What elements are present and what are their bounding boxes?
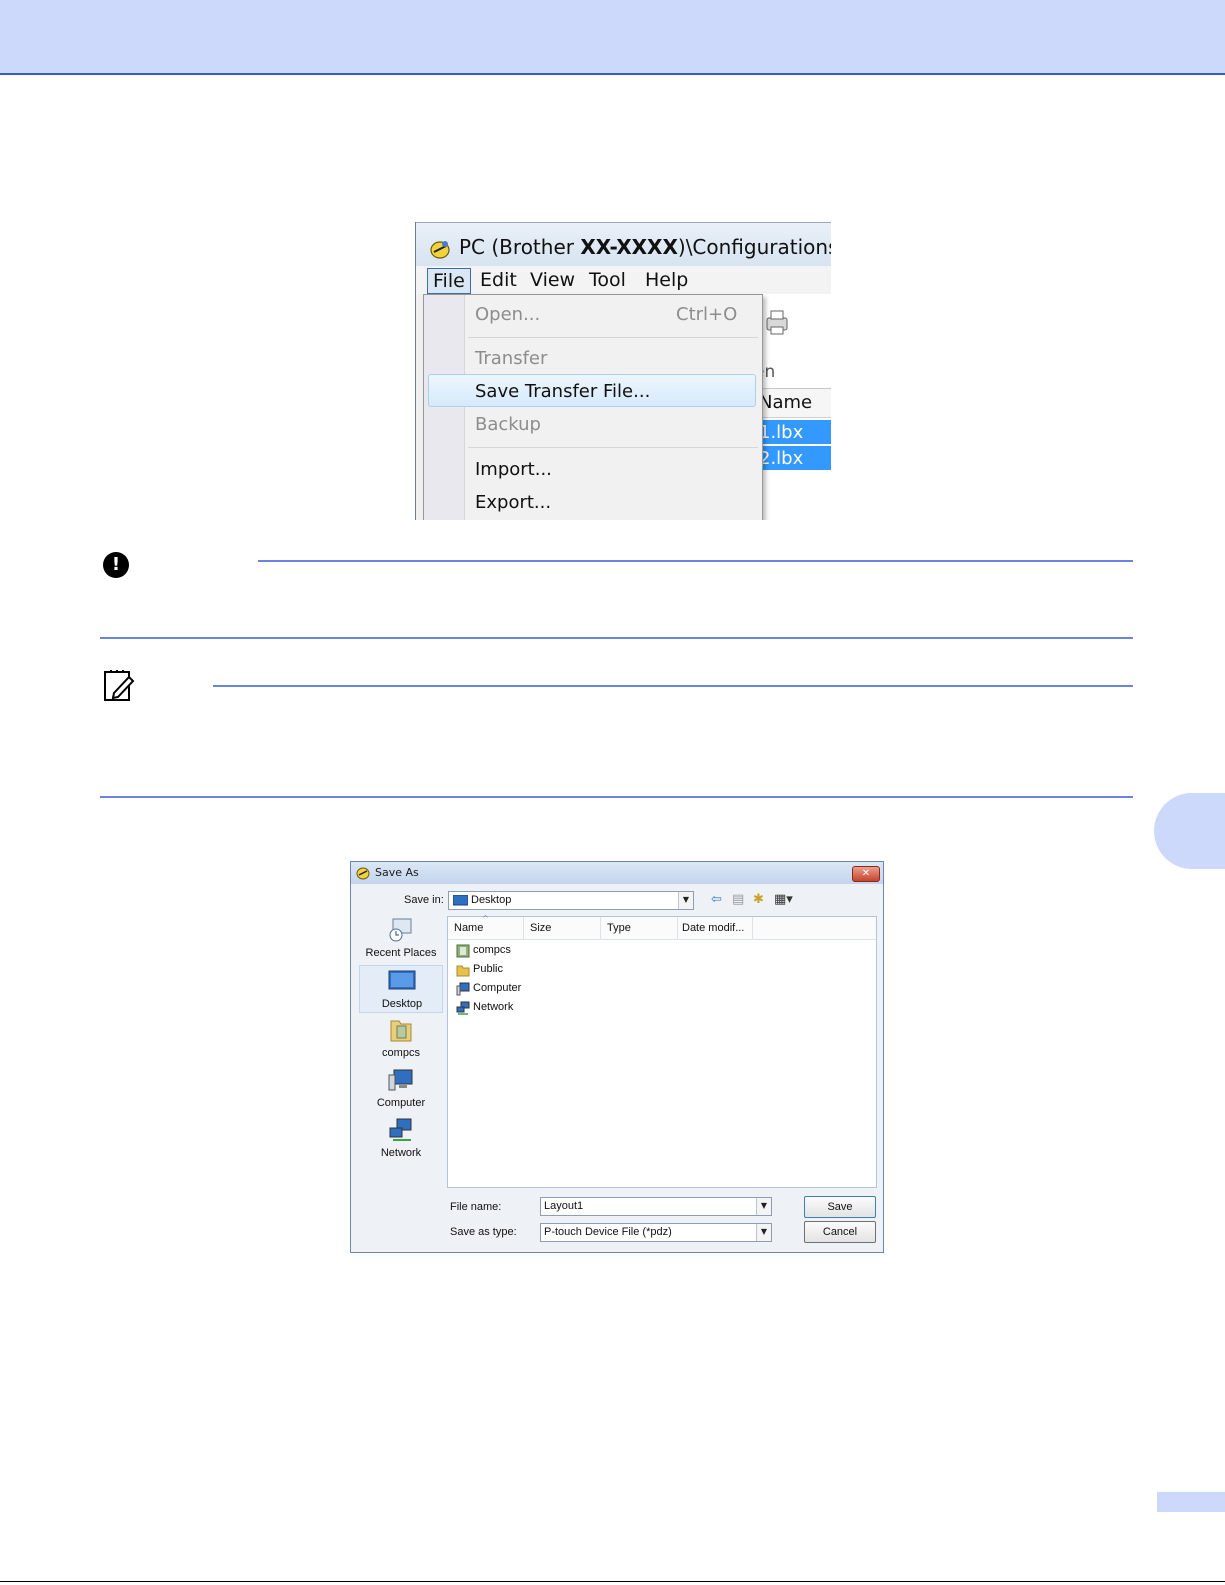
important-icon: ! (103, 552, 129, 578)
menu-item-open[interactable]: Open... (475, 304, 540, 325)
file-name: compcs (473, 944, 511, 956)
chevron-down-icon[interactable]: ▼ (678, 892, 693, 909)
file-name-input[interactable]: Layout1 ▼ (540, 1197, 772, 1216)
chapter-tab (1154, 793, 1225, 869)
note-icon (104, 670, 135, 701)
column-header-date-modified[interactable]: Date modif... (682, 922, 744, 934)
computer-icon (388, 1069, 413, 1091)
ptouch-library-screenshot: PC (Brother XX-XXXX)\Configurations - P-… (415, 222, 831, 520)
column-divider[interactable] (677, 917, 678, 939)
place-computer[interactable]: Computer (359, 1065, 443, 1113)
close-button[interactable]: ✕ (852, 866, 880, 882)
save-in-value: Desktop (471, 894, 512, 906)
network-icon (456, 1001, 470, 1015)
save-as-dialog: Save As ✕ Save in: Desktop ▼ ⇦ ▤ ✱ ▦▾ Re… (350, 861, 884, 1253)
save-as-type-value: P-touch Device File (*pdz) (544, 1226, 672, 1238)
place-compcs[interactable]: compcs (359, 1015, 443, 1063)
file-list[interactable]: Name ^ Size Type Date modif... compcs Pu… (447, 914, 877, 1188)
chevron-down-icon[interactable]: ▼ (756, 1224, 771, 1241)
menu-separator (468, 337, 758, 338)
ptouch-app-icon (430, 241, 450, 259)
place-label: compcs (382, 1047, 420, 1059)
place-label: Computer (376, 1097, 426, 1109)
callout-rule (213, 685, 1133, 687)
menu-file[interactable]: File (427, 268, 471, 294)
callout-rule (258, 560, 1133, 562)
menu-bar: File Edit View Tool Help (416, 266, 831, 294)
file-name-value: Layout1 (544, 1200, 584, 1212)
desktop-icon (453, 895, 468, 906)
folder-icon (456, 965, 470, 977)
column-header-size[interactable]: Size (530, 922, 551, 934)
back-arrow-icon[interactable]: ⇦ (711, 892, 722, 907)
file-name: Network (473, 1001, 514, 1013)
dialog-title: Save As (375, 866, 419, 879)
menu-gutter (424, 295, 465, 520)
column-divider[interactable] (600, 917, 601, 939)
save-in-label: Save in: (404, 894, 444, 906)
sort-asc-icon: ^ (482, 914, 489, 923)
window-title: PC (Brother XX-XXXX)\Configurations - P-… (459, 235, 831, 259)
save-button[interactable]: Save (804, 1196, 876, 1218)
list-header: Name ^ Size Type Date modif... (448, 914, 876, 940)
file-name: Computer (473, 982, 522, 994)
header-band (0, 0, 1225, 75)
menu-edit[interactable]: Edit (475, 268, 522, 292)
menu-separator (468, 447, 758, 448)
place-label: Recent Places (365, 947, 437, 959)
column-header-name[interactable]: Name (759, 392, 812, 413)
computer-icon (456, 982, 470, 996)
user-folder-icon (456, 944, 470, 958)
save-in-combo[interactable]: Desktop ▼ (448, 891, 694, 910)
file-name: Public (473, 963, 503, 975)
chevron-down-icon[interactable]: ▼ (756, 1198, 771, 1215)
menu-view[interactable]: View (525, 268, 580, 292)
place-desktop[interactable]: Desktop (359, 965, 443, 1013)
column-divider[interactable] (523, 917, 524, 939)
recent-places-icon (389, 918, 412, 942)
window-border (415, 222, 831, 223)
menu-help[interactable]: Help (640, 268, 693, 292)
dialog-titlebar (351, 862, 883, 884)
footer-rule (0, 1581, 1225, 1582)
file-menu-dropdown: Open... Ctrl+O Transfer Save Transfer Fi… (423, 294, 763, 520)
save-as-type-label: Save as type: (450, 1226, 517, 1238)
ptouch-app-icon (356, 867, 370, 880)
column-divider[interactable] (752, 917, 753, 939)
places-bar: Recent Places Desktop compcs Computer Ne… (359, 915, 443, 1165)
place-label: Network (380, 1147, 422, 1159)
menu-item-export[interactable]: Export... (475, 492, 551, 513)
callout-rule (100, 796, 1133, 798)
file-name-label: File name: (450, 1201, 502, 1213)
desktop-icon (388, 970, 416, 990)
column-header-type[interactable]: Type (607, 922, 631, 934)
save-as-type-select[interactable]: P-touch Device File (*pdz) ▼ (540, 1223, 772, 1242)
menu-item-import[interactable]: Import... (475, 459, 552, 480)
menu-item-save-transfer-file[interactable]: Save Transfer File... (475, 381, 650, 402)
new-folder-icon[interactable]: ✱ (753, 892, 764, 907)
cancel-button[interactable]: Cancel (804, 1221, 876, 1243)
table-row-label: 1.lbx (759, 422, 804, 443)
user-folder-icon (390, 1020, 412, 1042)
place-recent-places[interactable]: Recent Places (359, 915, 443, 963)
shortcut-label: Ctrl+O (676, 304, 738, 325)
callout-rule (100, 637, 1133, 639)
table-row-label: 2.lbx (759, 448, 804, 469)
menu-item-transfer[interactable]: Transfer (475, 348, 547, 369)
network-icon (389, 1118, 412, 1141)
page-number-box (1157, 1492, 1225, 1512)
menu-tool[interactable]: Tool (584, 268, 631, 292)
column-header-name[interactable]: Name (454, 922, 483, 934)
menu-item-backup[interactable]: Backup (475, 414, 541, 435)
view-menu-icon[interactable]: ▦▾ (774, 892, 793, 907)
up-folder-icon[interactable]: ▤ (732, 892, 744, 907)
place-network[interactable]: Network (359, 1115, 443, 1163)
printer-icon[interactable] (764, 308, 790, 336)
place-label: Desktop (381, 998, 423, 1010)
